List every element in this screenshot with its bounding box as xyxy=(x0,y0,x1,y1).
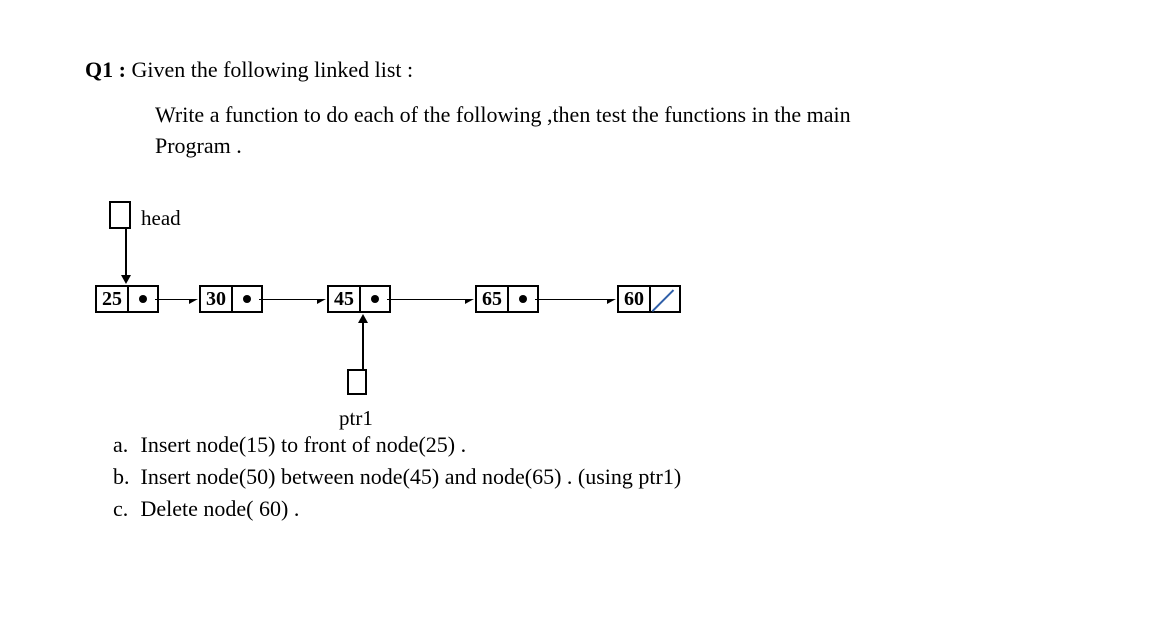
node-value: 30 xyxy=(199,285,233,313)
question-title: Given the following linked list : xyxy=(131,57,413,82)
arrow-icon xyxy=(535,299,617,313)
instruction-line-2: Program . xyxy=(155,131,1085,162)
node-65: 65 xyxy=(475,285,539,313)
node-30: 30 xyxy=(199,285,263,313)
pointer-dot-icon xyxy=(139,295,147,303)
task-text: Insert node(50) between node(45) and nod… xyxy=(141,464,682,489)
node-60: 60 xyxy=(617,285,681,313)
question-label: Q1 : xyxy=(85,57,126,82)
arrow-icon xyxy=(387,299,475,313)
ptr1-pointer-box xyxy=(347,369,367,395)
head-arrow-icon xyxy=(119,229,133,285)
question-header: Q1 : Given the following linked list : xyxy=(85,55,1085,86)
head-pointer-box xyxy=(109,201,131,229)
node-value: 45 xyxy=(327,285,361,313)
node-45: 45 xyxy=(327,285,391,313)
linked-list-diagram: head 25 30 45 65 xyxy=(95,199,1085,439)
head-label: head xyxy=(141,204,181,233)
arrow-icon xyxy=(155,299,199,313)
node-25: 25 xyxy=(95,285,159,313)
pointer-dot-icon xyxy=(519,295,527,303)
arrow-icon xyxy=(259,299,327,313)
node-value: 60 xyxy=(617,285,651,313)
task-bullet: c. xyxy=(113,493,135,525)
task-bullet: b. xyxy=(113,461,135,493)
ptr1-arrow-icon xyxy=(356,313,370,369)
task-c: c. Delete node( 60) . xyxy=(113,493,1085,525)
ptr1-label: ptr1 xyxy=(339,404,373,433)
pointer-dot-icon xyxy=(371,295,379,303)
null-slash-icon xyxy=(653,285,679,313)
task-text: Delete node( 60) . xyxy=(141,496,300,521)
pointer-dot-icon xyxy=(243,295,251,303)
question-instruction: Write a function to do each of the follo… xyxy=(155,100,1085,162)
node-pointer-cell-null xyxy=(651,285,681,313)
node-value: 65 xyxy=(475,285,509,313)
task-b: b. Insert node(50) between node(45) and … xyxy=(113,461,1085,493)
instruction-line-1: Write a function to do each of the follo… xyxy=(155,100,1085,131)
node-value: 25 xyxy=(95,285,129,313)
task-list: a. Insert node(15) to front of node(25) … xyxy=(113,429,1085,525)
